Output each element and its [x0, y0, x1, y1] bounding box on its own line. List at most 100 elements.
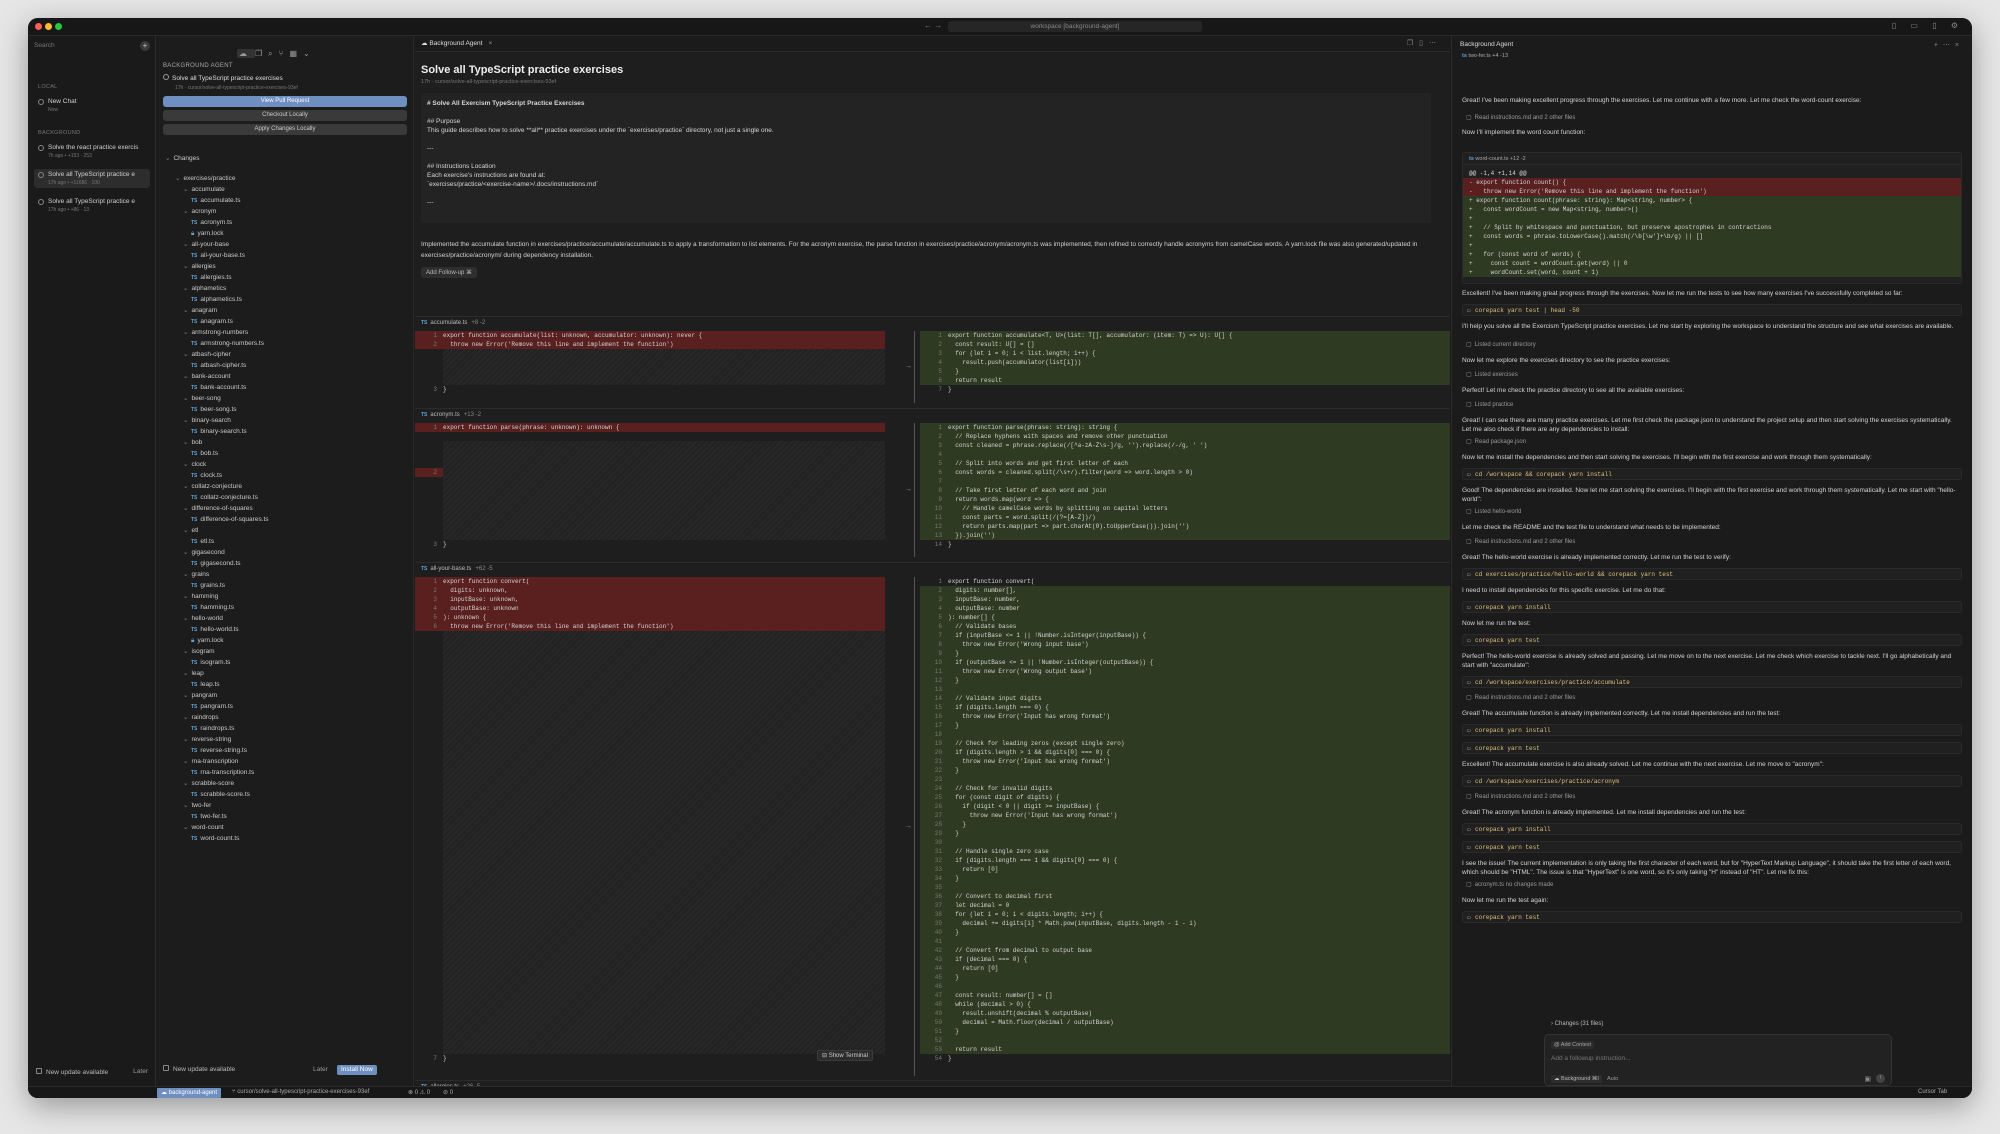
- panel-actions-icons[interactable]: +⋯×: [1934, 41, 1964, 49]
- background-chat-item[interactable]: Solve all TypeScript practice e 17h ago •…: [34, 196, 150, 215]
- background-chat-item[interactable]: Solve the react practice exercis 7h ago •…: [34, 142, 150, 161]
- tree-folder[interactable]: ⌄ grains: [165, 569, 405, 580]
- tree-file[interactable]: TS beer-song.ts: [165, 404, 405, 415]
- tool-call[interactable]: ▢ Listed exercises: [1466, 371, 1518, 378]
- terminal-command[interactable]: ▭ cd exercises/practice/hello-world && co…: [1462, 568, 1962, 580]
- tree-file[interactable]: TS bank-account.ts: [165, 382, 405, 393]
- tree-file[interactable]: TS acronym.ts: [165, 217, 405, 228]
- changes-header[interactable]: ⌄ Changes: [165, 154, 199, 162]
- ports-indicator[interactable]: ⊘ 0: [443, 1089, 453, 1096]
- followup-input[interactable]: Add a followup instruction...: [1551, 1055, 1631, 1062]
- tree-folder[interactable]: ⌄ bank-account: [165, 371, 405, 382]
- tree-file[interactable]: TS two-fer.ts: [165, 811, 405, 822]
- tree-folder[interactable]: ⌄ reverse-string: [165, 734, 405, 745]
- tree-file[interactable]: TS isogram.ts: [165, 657, 405, 668]
- tree-folder[interactable]: ⌄ clock: [165, 459, 405, 470]
- image-icon[interactable]: ▣: [1864, 1075, 1871, 1083]
- tree-folder[interactable]: ⌄ pangram: [165, 690, 405, 701]
- install-now-button[interactable]: Install Now: [337, 1065, 377, 1075]
- tree-folder[interactable]: ⌄ isogram: [165, 646, 405, 657]
- tool-call[interactable]: ▢ Read instructions.md and 2 other files: [1466, 694, 1575, 701]
- tree-file[interactable]: TS bob.ts: [165, 448, 405, 459]
- tree-file[interactable]: TS leap.ts: [165, 679, 405, 690]
- cursor-tab-status[interactable]: Cursor Tab: [1918, 1089, 1947, 1095]
- tree-folder[interactable]: ⌄ beer-song: [165, 393, 405, 404]
- tree-file[interactable]: TS reverse-string.ts: [165, 745, 405, 756]
- add-followup-button[interactable]: Add Follow-up ⌘: [421, 267, 478, 278]
- chat-item[interactable]: New Chat Now: [34, 96, 150, 115]
- tree-folder[interactable]: ⌄ rna-transcription: [165, 756, 405, 767]
- show-terminal-button[interactable]: ⊟ Show Terminal: [817, 1050, 873, 1061]
- tree-folder[interactable]: ⌄ collatz-conjecture: [165, 481, 405, 492]
- tool-call[interactable]: ▢ Listed hello-world: [1466, 508, 1521, 515]
- task-item[interactable]: Solve all TypeScript practice exercises …: [163, 74, 407, 91]
- tree-file[interactable]: TS alphametics.ts: [165, 294, 405, 305]
- tool-call[interactable]: ▢ Read instructions.md and 2 other files: [1466, 793, 1575, 800]
- tree-folder[interactable]: ⌄ gigasecond: [165, 547, 405, 558]
- command-search[interactable]: workspace [background-agent]: [948, 21, 1202, 32]
- file-chip[interactable]: ts two-fer.ts +4 -13: [1462, 53, 1508, 59]
- tree-folder[interactable]: ⌄ hamming: [165, 591, 405, 602]
- tree-file[interactable]: TS gigasecond.ts: [165, 558, 405, 569]
- tree-folder[interactable]: ⌄ binary-search: [165, 415, 405, 426]
- terminal-command[interactable]: ▭ corepack yarn test: [1462, 841, 1962, 853]
- tree-folder[interactable]: ⌄ exercises/practice: [165, 173, 405, 184]
- tree-folder[interactable]: ⌄ atbash-cipher: [165, 349, 405, 360]
- update-later-button[interactable]: Later: [313, 1064, 328, 1076]
- tree-file[interactable]: TS armstrong-numbers.ts: [165, 338, 405, 349]
- diff-file-header[interactable]: TS all-your-base.ts +62 -5: [421, 566, 493, 572]
- new-chat-icon[interactable]: +: [140, 41, 150, 51]
- tree-folder[interactable]: ⌄ alphametics: [165, 283, 405, 294]
- tree-file[interactable]: 🔒︎ yarn.lock: [165, 635, 405, 646]
- tool-call[interactable]: ▢ Listed practice: [1466, 401, 1513, 408]
- arrow-right-icon[interactable]: →: [905, 823, 912, 830]
- tree-folder[interactable]: ⌄ bob: [165, 437, 405, 448]
- terminal-command[interactable]: ▭ cd /workspace && corepack yarn install: [1462, 468, 1962, 480]
- tree-file[interactable]: TS word-count.ts: [165, 833, 405, 844]
- tree-folder[interactable]: ⌄ all-your-base: [165, 239, 405, 250]
- terminal-command[interactable]: ▭ corepack yarn install: [1462, 601, 1962, 613]
- tree-file[interactable]: TS anagram.ts: [165, 316, 405, 327]
- terminal-command[interactable]: ▭ corepack yarn test: [1462, 634, 1962, 646]
- terminal-command[interactable]: ▭ corepack yarn test: [1462, 742, 1962, 754]
- tree-folder[interactable]: ⌄ armstrong-numbers: [165, 327, 405, 338]
- tree-folder[interactable]: ⌄ difference-of-squares: [165, 503, 405, 514]
- cloud-icon[interactable]: ☁: [237, 49, 255, 58]
- minimize-window-button[interactable]: [45, 23, 52, 30]
- diff-file-header[interactable]: TS accumulate.ts +8 -2: [421, 320, 485, 326]
- checkout-locally-button[interactable]: Checkout Locally: [163, 110, 407, 121]
- tree-file[interactable]: TS pangram.ts: [165, 701, 405, 712]
- problems-indicator[interactable]: ⊗ 0 ⚠ 0: [408, 1089, 430, 1096]
- terminal-command[interactable]: ▭ corepack yarn test | head -50: [1462, 304, 1962, 316]
- files-icon[interactable]: ❐: [255, 49, 268, 58]
- changes-summary[interactable]: › Changes (31 files): [1551, 1021, 1603, 1027]
- model-selector[interactable]: Auto: [1607, 1076, 1618, 1082]
- terminal-command[interactable]: ▭ cd /workspace/exercises/practice/acrony…: [1462, 775, 1962, 787]
- editor-actions-icons[interactable]: ❐▯⋯: [1407, 39, 1442, 47]
- tree-file[interactable]: TS binary-search.ts: [165, 426, 405, 437]
- mode-selector[interactable]: ☁ Background ⌘I: [1551, 1075, 1602, 1083]
- terminal-command[interactable]: ▭ cd /workspace/exercises/practice/accumu…: [1462, 676, 1962, 688]
- tree-folder[interactable]: ⌄ etl: [165, 525, 405, 536]
- tree-file[interactable]: TS all-your-base.ts: [165, 250, 405, 261]
- arrow-right-icon[interactable]: →: [905, 486, 912, 493]
- tree-folder[interactable]: ⌄ scrabble-score: [165, 778, 405, 789]
- tree-folder[interactable]: ⌄ acronym: [165, 206, 405, 217]
- tree-file[interactable]: TS scrabble-score.ts: [165, 789, 405, 800]
- tree-file[interactable]: TS allergies.ts: [165, 272, 405, 283]
- branch-indicator[interactable]: ☁ background-agent: [157, 1088, 222, 1098]
- close-tab-icon[interactable]: ×: [488, 40, 492, 47]
- tree-file[interactable]: TS atbash-cipher.ts: [165, 360, 405, 371]
- tree-file[interactable]: TS grains.ts: [165, 580, 405, 591]
- tree-file[interactable]: TS hamming.ts: [165, 602, 405, 613]
- arrow-right-icon[interactable]: →: [905, 363, 912, 370]
- terminal-command[interactable]: ▭ corepack yarn test: [1462, 911, 1962, 923]
- tree-folder[interactable]: ⌄ accumulate: [165, 184, 405, 195]
- close-window-button[interactable]: [35, 23, 42, 30]
- tab-background-agent[interactable]: ☁ Background Agent ×: [421, 39, 492, 47]
- remote-branch[interactable]: ⑂ cursor/solve-all-typescript-practice-e…: [232, 1089, 369, 1095]
- extensions-icon[interactable]: ▦: [289, 49, 303, 58]
- send-icon[interactable]: ↑: [1876, 1074, 1885, 1083]
- tool-call[interactable]: ▢ acronym.ts no changes made: [1466, 881, 1553, 888]
- tool-call[interactable]: ▢ Read instructions.md and 2 other files: [1466, 538, 1575, 545]
